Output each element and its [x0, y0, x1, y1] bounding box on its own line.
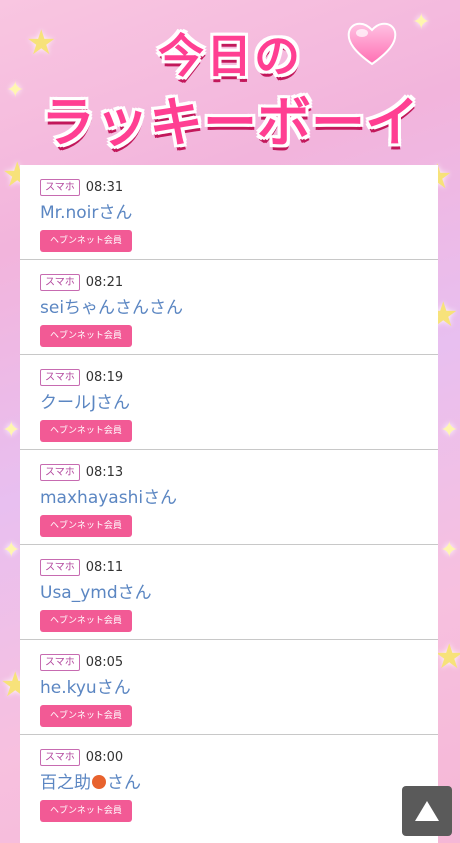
heaven-net-member-button[interactable]: ヘブンネット会員: [40, 420, 132, 442]
heaven-net-member-button[interactable]: ヘブンネット会員: [40, 230, 132, 252]
list-item: スマホ 08:00 百之助 さん ヘブンネット会員: [20, 735, 438, 829]
heaven-net-member-button[interactable]: ヘブンネット会員: [40, 800, 132, 822]
device-badge: スマホ: [40, 748, 80, 766]
device-badge: スマホ: [40, 368, 80, 386]
page-header: 今日の ラッキーボーイ: [0, 0, 460, 165]
sparkle-decoration: ✦: [440, 418, 459, 443]
sparkle-decoration: ✦: [2, 538, 21, 563]
visit-time: 08:13: [85, 464, 124, 480]
device-badge: スマホ: [40, 273, 80, 291]
user-name: he.kyuさん: [40, 678, 131, 698]
device-badge: スマホ: [40, 178, 80, 196]
peach-icon: [92, 775, 106, 789]
lucky-boy-list: スマホ 08:31 Mr.noirさん ヘブンネット会員 スマホ 08:21 s…: [20, 165, 438, 843]
device-badge: スマホ: [40, 653, 80, 671]
heaven-net-member-button[interactable]: ヘブンネット会員: [40, 515, 132, 537]
list-item: スマホ 08:21 seiちゃんさんさん ヘブンネット会員: [20, 260, 438, 355]
heaven-net-member-button[interactable]: ヘブンネット会員: [40, 325, 132, 347]
user-name: Usa_ymdさん: [40, 583, 152, 603]
user-name: Mr.noirさん: [40, 203, 133, 223]
sparkle-decoration: ✦: [440, 538, 459, 563]
page-title-line2: ラッキーボーイ: [41, 91, 419, 154]
sparkle-decoration: ✦: [2, 418, 21, 443]
list-item: スマホ 08:13 maxhayashiさん ヘブンネット会員: [20, 450, 438, 545]
list-item: スマホ 08:11 Usa_ymdさん ヘブンネット会員: [20, 545, 438, 640]
visit-time: 08:19: [85, 369, 124, 385]
user-name: seiちゃんさんさん: [40, 298, 184, 318]
visit-time: 08:00: [85, 749, 124, 765]
list-item: スマホ 08:31 Mr.noirさん ヘブンネット会員: [20, 165, 438, 260]
list-item: スマホ 08:19 クールJさん ヘブンネット会員: [20, 355, 438, 450]
visit-time: 08:21: [85, 274, 124, 290]
up-triangle-icon: [415, 801, 439, 821]
scroll-to-top-button[interactable]: [402, 786, 452, 836]
list-item: スマホ 08:05 he.kyuさん ヘブンネット会員: [20, 640, 438, 735]
visit-time: 08:11: [85, 559, 124, 575]
page-title-line1: 今日の: [158, 29, 302, 83]
user-name: maxhayashiさん: [40, 488, 178, 508]
heaven-net-member-button[interactable]: ヘブンネット会員: [40, 610, 132, 632]
device-badge: スマホ: [40, 558, 80, 576]
user-name-suffix: さん: [107, 773, 141, 793]
visit-time: 08:05: [85, 654, 124, 670]
user-name: クールJさん: [40, 393, 131, 413]
heaven-net-member-button[interactable]: ヘブンネット会員: [40, 705, 132, 727]
visit-time: 08:31: [85, 179, 124, 195]
user-name-prefix: 百之助: [40, 773, 91, 793]
device-badge: スマホ: [40, 463, 80, 481]
user-name: 百之助 さん: [40, 772, 141, 794]
